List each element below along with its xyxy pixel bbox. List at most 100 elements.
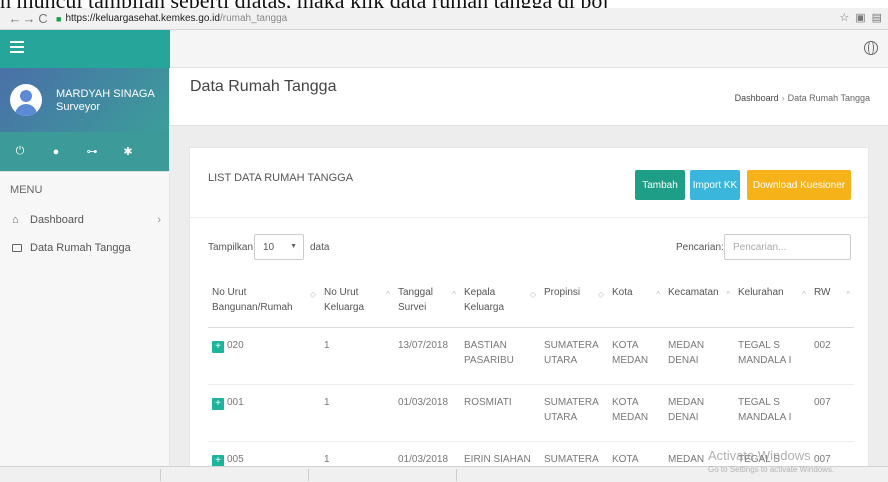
show-entries-suffix: data	[310, 242, 330, 253]
top-navbar	[0, 30, 888, 68]
sort-icon: ^	[452, 290, 456, 299]
show-entries-select[interactable]: 10 ▼	[254, 234, 304, 260]
chevron-right-icon: ›	[157, 214, 161, 226]
column-header[interactable]: Kecamatan ^	[664, 283, 734, 328]
menu-icon[interactable]: ▤	[872, 11, 882, 24]
cell-kepala-keluarga: ROSMIATI	[460, 384, 540, 442]
reload-icon[interactable]: C	[36, 11, 50, 26]
taskbar-divider	[308, 469, 309, 481]
sort-icon: ◇	[597, 290, 604, 299]
globe-icon[interactable]	[864, 40, 878, 55]
panel-title: LIST DATA RUMAH TANGGA	[208, 172, 354, 184]
page-title: Data Rumah Tangga	[190, 78, 337, 95]
cell-kecamatan: MEDAN DENAI	[664, 327, 734, 385]
taskbar-divider	[160, 469, 161, 481]
list-panel: LIST DATA RUMAH TANGGA Tambah Import KK …	[189, 147, 869, 482]
lock-icon: ■	[56, 13, 62, 24]
avatar	[10, 84, 42, 116]
user-icon[interactable]: ●	[48, 146, 64, 158]
breadcrumb: Dashboard › Data Rumah Tangga	[735, 93, 870, 103]
sort-icon: ^	[726, 290, 730, 299]
cell-propinsi: SUMATERA UTARA	[540, 384, 608, 442]
navbar-brand-area	[0, 30, 170, 68]
column-header[interactable]: Kota ^	[608, 283, 664, 328]
column-header[interactable]: RW ^	[810, 283, 854, 328]
breadcrumb-home[interactable]: Dashboard	[735, 93, 779, 103]
cell-no-bangunan: +020	[208, 327, 320, 385]
taskbar-divider	[456, 469, 457, 481]
cell-propinsi: SUMATERA UTARA	[540, 327, 608, 385]
column-header[interactable]: Tanggal Survei ^	[394, 283, 460, 328]
url-host: https://keluargasehat.kemkes.go.id	[65, 13, 220, 24]
cell-kelurahan: TEGAL S MANDALA I	[734, 327, 810, 385]
home-icon: ⌂	[12, 214, 19, 226]
extension-icon[interactable]: ▣	[855, 11, 865, 24]
panel-header: LIST DATA RUMAH TANGGA Tambah Import KK …	[190, 148, 868, 218]
forward-icon[interactable]: →	[22, 11, 36, 26]
sidebar-item-data-rumah-tangga[interactable]: Data Rumah Tangga	[0, 234, 169, 262]
hamburger-icon[interactable]	[10, 41, 24, 55]
sort-icon: ◇	[529, 290, 536, 299]
table-controls: Tampilkan 10 ▼ data Pencarian:	[190, 218, 870, 274]
table-row[interactable]: +001 1 01/03/2018 ROSMIATI SUMATERA UTAR…	[208, 384, 854, 442]
sort-icon: ^	[802, 290, 806, 299]
cell-rw: 002	[810, 327, 854, 385]
cell-kelurahan: TEGAL S MANDALA I	[734, 384, 810, 442]
plus-icon[interactable]: +	[212, 340, 224, 353]
breadcrumb-separator: ›	[781, 93, 785, 103]
cell-no-bangunan: +001	[208, 384, 320, 442]
search-label: Pencarian:	[676, 242, 724, 253]
cell-kota: KOTA MEDAN	[608, 327, 664, 385]
cell-no-keluarga: 1	[320, 384, 394, 442]
page-header: Data Rumah Tangga Dashboard › Data Rumah T…	[170, 68, 888, 126]
sort-icon: ◇	[309, 290, 316, 299]
plus-icon[interactable]: +	[212, 397, 224, 410]
plus-icon[interactable]: +	[212, 454, 224, 467]
user-name: MARDYAH SINAGA	[56, 88, 155, 100]
breadcrumb-current: Data Rumah Tangga	[787, 93, 870, 103]
address-bar[interactable]: ■ https://keluargasehat.kemkes.go.id /ru…	[56, 10, 856, 28]
show-entries-label: Tampilkan	[208, 242, 254, 253]
column-header[interactable]: Kelurahan ^	[734, 283, 810, 328]
cell-kota: KOTA MEDAN	[608, 384, 664, 442]
menu-heading: MENU	[10, 184, 43, 196]
power-icon[interactable]: ⏻	[12, 145, 28, 158]
sidebar-item-dashboard[interactable]: ⌂ Dashboard ›	[0, 206, 169, 234]
tambah-button[interactable]: Tambah	[635, 170, 685, 200]
show-entries-value: 10	[263, 241, 275, 253]
column-header[interactable]: No Urut Bangunan/Rumah ◇	[208, 283, 320, 328]
gear-icon[interactable]: ✱	[120, 145, 136, 158]
folder-icon	[12, 242, 24, 254]
profile-toolbar: ⏻ ● ⊶ ✱	[0, 132, 169, 172]
table-row[interactable]: +020 1 13/07/2018 BASTIAN PASARIBU SUMAT…	[208, 327, 854, 385]
bookmark-star-icon[interactable]: ☆	[839, 11, 849, 24]
sort-icon: ^	[386, 290, 390, 299]
main-content: Data Rumah Tangga Dashboard › Data Rumah T…	[170, 68, 888, 482]
column-header[interactable]: Kepala Keluarga ◇	[460, 283, 540, 328]
cell-tanggal: 01/03/2018	[394, 384, 460, 442]
cell-rw: 007	[810, 384, 854, 442]
column-header[interactable]: No Urut Keluarga ^	[320, 283, 394, 328]
user-role: Surveyor	[56, 101, 101, 113]
url-path: /rumah_tangga	[219, 13, 288, 24]
table-header-row: No Urut Bangunan/Rumah ◇ No Urut Keluarga…	[208, 283, 854, 328]
user-profile: MARDYAH SINAGA Surveyor	[0, 68, 169, 132]
sidebar-item-label: Data Rumah Tangga	[30, 242, 131, 254]
import-kk-button[interactable]: Import KK	[690, 170, 740, 200]
search-input[interactable]	[724, 234, 851, 260]
column-header[interactable]: Propinsi ◇	[540, 283, 608, 328]
sidebar-item-label: Dashboard	[30, 214, 84, 226]
sort-icon: ^	[846, 290, 850, 299]
key-icon[interactable]: ⊶	[84, 145, 100, 158]
windows-activation-watermark: Activate Windows	[708, 448, 811, 463]
download-kuesioner-button[interactable]: Download Kuesioner	[747, 170, 851, 200]
cell-kecamatan: MEDAN DENAI	[664, 384, 734, 442]
browser-extension-icons: ☆ ▣ ▤	[839, 11, 882, 24]
cell-kepala-keluarga: BASTIAN PASARIBU	[460, 327, 540, 385]
back-icon[interactable]: ←	[8, 11, 22, 26]
sidebar: MARDYAH SINAGA Surveyor ⏻ ● ⊶ ✱ MENU ⌂ D…	[0, 68, 170, 482]
browser-toolbar: ← → C ■ https://keluargasehat.kemkes.go.…	[0, 8, 888, 30]
windows-activation-hint: Go to Settings to activate Windows.	[708, 465, 835, 474]
sort-icon: ^	[656, 290, 660, 299]
cell-tanggal: 13/07/2018	[394, 327, 460, 385]
